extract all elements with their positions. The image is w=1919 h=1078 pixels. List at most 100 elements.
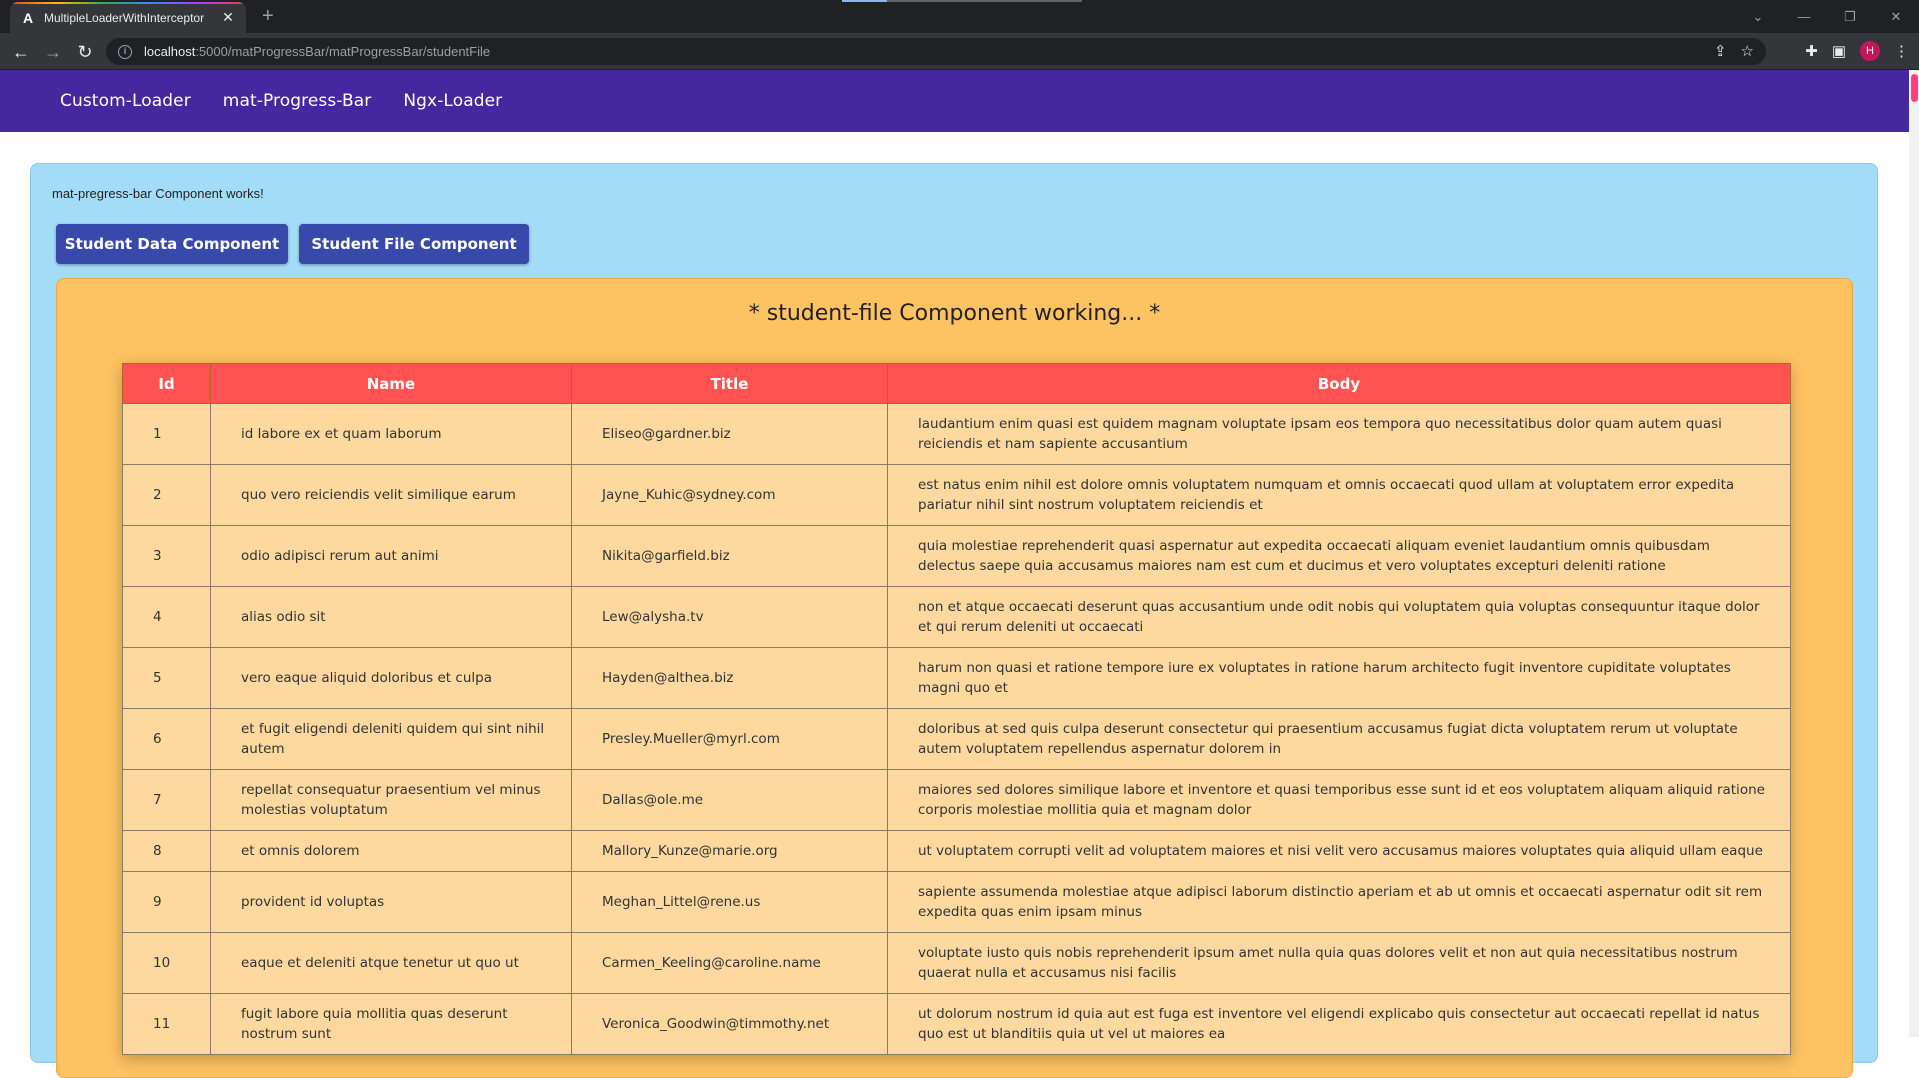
chevron-down-icon[interactable]: ⌄	[1735, 9, 1781, 25]
cell-id: 6	[122, 708, 211, 770]
cell-id: 5	[122, 647, 211, 709]
cell-id: 2	[122, 464, 211, 526]
cell-body: maiores sed dolores similique labore et …	[887, 769, 1791, 831]
minimize-icon[interactable]: —	[1781, 9, 1827, 24]
table-row: 8 et omnis dolorem Mallory_Kunze@marie.org…	[122, 830, 1791, 872]
cell-title: Meghan_Littel@rene.us	[571, 871, 888, 933]
angular-icon: A	[22, 9, 34, 26]
student-file-button[interactable]: Student File Component	[299, 224, 529, 264]
restore-icon[interactable]: ❐	[1827, 9, 1873, 25]
cell-name: et omnis dolorem	[210, 830, 572, 872]
cell-id: 8	[122, 830, 211, 872]
component-heading: * student-file Component working... *	[748, 301, 1161, 326]
window-controls: ⌄ — ❐ ✕	[1735, 0, 1919, 33]
browser-tab[interactable]: A MultipleLoaderWithInterceptor ✕	[10, 2, 246, 33]
cell-title: Carmen_Keeling@caroline.name	[571, 932, 888, 994]
cell-body: ut dolorum nostrum id quia aut est fuga …	[887, 993, 1791, 1055]
header-body: Body	[887, 363, 1791, 404]
cell-body: voluptate iusto quis nobis reprehenderit…	[887, 932, 1791, 994]
menu-dots-icon[interactable]: ⋮	[1894, 42, 1909, 60]
table-row: 9 provident id voluptas Meghan_Littel@rene…	[122, 871, 1791, 933]
back-arrow-icon[interactable]: ←	[10, 41, 32, 63]
cell-title: Veronica_Goodwin@timmothy.net	[571, 993, 888, 1055]
cell-body: non et atque occaecati deserunt quas acc…	[887, 586, 1791, 648]
cell-name: vero eaque aliquid doloribus et culpa	[210, 647, 572, 709]
tab-loading-indicator	[842, 0, 1082, 2]
extensions-icon[interactable]: ✚	[1805, 42, 1818, 60]
cell-title: Lew@alysha.tv	[571, 586, 888, 648]
cell-title: Presley.Mueller@myrl.com	[571, 708, 888, 770]
student-data-button[interactable]: Student Data Component	[56, 224, 288, 264]
scrollbar-thumb[interactable]	[1911, 74, 1918, 102]
cell-name: alias odio sit	[210, 586, 572, 648]
page-scrollbar[interactable]	[1909, 70, 1919, 1037]
student-file-component: * student-file Component working... * Id…	[56, 278, 1853, 1078]
close-window-icon[interactable]: ✕	[1873, 9, 1919, 25]
share-icon[interactable]: ⇪	[1714, 42, 1727, 60]
cell-body: ut voluptatem corrupti velit ad voluptat…	[887, 830, 1791, 872]
cell-name: id labore ex et quam laborum	[210, 403, 572, 465]
cell-body: laudantium enim quasi est quidem magnam …	[887, 403, 1791, 465]
cell-name: et fugit eligendi deleniti quidem qui si…	[210, 708, 572, 770]
table-row: 6 et fugit eligendi deleniti quidem qui s…	[122, 708, 1791, 770]
header-name: Name	[210, 363, 572, 404]
star-icon[interactable]: ☆	[1741, 42, 1754, 60]
cell-id: 11	[122, 993, 211, 1055]
nav-link-ngx-loader[interactable]: Ngx-Loader	[387, 91, 518, 111]
cell-name: odio adipisci rerum aut animi	[210, 525, 572, 587]
cell-body: sapiente assumenda molestiae atque adipi…	[887, 871, 1791, 933]
cell-name: quo vero reiciendis velit similique earu…	[210, 464, 572, 526]
student-table: Id Name Title Body 1 id labore ex et quam…	[122, 363, 1791, 1055]
component-works-text: mat-pregress-bar Component works!	[52, 186, 264, 201]
avatar[interactable]: H	[1860, 41, 1880, 61]
forward-arrow-icon[interactable]: →	[42, 41, 64, 63]
table-row: 10 eaque et deleniti atque tenetur ut quo…	[122, 932, 1791, 994]
info-icon[interactable]: i	[118, 44, 132, 59]
cell-body: quia molestiae reprehenderit quasi asper…	[887, 525, 1791, 587]
browser-toolbar: ← → ↻ i localhost:5000/matProgressBar/ma…	[0, 33, 1919, 70]
cell-name: provident id voluptas	[210, 871, 572, 933]
table-row: 2 quo vero reiciendis velit similique ear…	[122, 464, 1791, 526]
cell-id: 10	[122, 932, 211, 994]
cell-title: Jayne_Kuhic@sydney.com	[571, 464, 888, 526]
reload-icon[interactable]: ↻	[74, 41, 96, 63]
header-title: Title	[571, 363, 888, 404]
student-table-container: Id Name Title Body 1 id labore ex et quam…	[122, 363, 1791, 1055]
cell-id: 9	[122, 871, 211, 933]
cell-title: Mallory_Kunze@marie.org	[571, 830, 888, 872]
close-icon[interactable]: ✕	[220, 9, 236, 26]
nav-link-custom-loader[interactable]: Custom-Loader	[44, 91, 207, 111]
mat-progress-bar-component: mat-pregress-bar Component works! Studen…	[30, 163, 1878, 1078]
cell-id: 1	[122, 403, 211, 465]
cell-id: 4	[122, 586, 211, 648]
cell-id: 7	[122, 769, 211, 831]
table-row: 11 fugit labore quia mollitia quas deseru…	[122, 993, 1791, 1055]
table-row: 3 odio adipisci rerum aut animi Nikita@gar…	[122, 525, 1791, 587]
table-row: 7 repellat consequatur praesentium vel mi…	[122, 769, 1791, 831]
table-body: 1 id labore ex et quam laborum Eliseo@gard…	[122, 403, 1791, 1055]
app-navbar: Custom-Loader mat-Progress-Bar Ngx-Loade…	[0, 70, 1909, 132]
table-row: 4 alias odio sit Lew@alysha.tv non et atque…	[122, 586, 1791, 648]
tab-title: MultipleLoaderWithInterceptor	[44, 10, 205, 25]
cell-title: Nikita@garfield.biz	[571, 525, 888, 587]
cell-name: fugit labore quia mollitia quas deserunt…	[210, 993, 572, 1055]
table-row: 5 vero eaque aliquid doloribus et culpa Ha…	[122, 647, 1791, 709]
cell-title: Hayden@althea.biz	[571, 647, 888, 709]
cell-title: Eliseo@gardner.biz	[571, 403, 888, 465]
side-panel-icon[interactable]: ▣	[1832, 42, 1846, 60]
table-row: 1 id labore ex et quam laborum Eliseo@gard…	[122, 403, 1791, 465]
table-header-row: Id Name Title Body	[122, 363, 1791, 404]
header-id: Id	[122, 363, 211, 404]
cell-name: eaque et deleniti atque tenetur ut quo u…	[210, 932, 572, 994]
cell-body: est natus enim nihil est dolore omnis vo…	[887, 464, 1791, 526]
cell-name: repellat consequatur praesentium vel min…	[210, 769, 572, 831]
url-text[interactable]: localhost:5000/matProgressBar/matProgres…	[144, 44, 490, 59]
new-tab-icon[interactable]: +	[262, 6, 274, 26]
cell-id: 3	[122, 525, 211, 587]
cell-body: harum non quasi et ratione tempore iure …	[887, 647, 1791, 709]
nav-link-mat-progress-bar[interactable]: mat-Progress-Bar	[207, 91, 388, 111]
cell-body: doloribus at sed quis culpa deserunt con…	[887, 708, 1791, 770]
address-bar[interactable]: i localhost:5000/matProgressBar/matProgr…	[106, 38, 1766, 65]
cell-title: Dallas@ole.me	[571, 769, 888, 831]
browser-tab-bar: A MultipleLoaderWithInterceptor ✕ + ⌄ — …	[0, 0, 1919, 33]
